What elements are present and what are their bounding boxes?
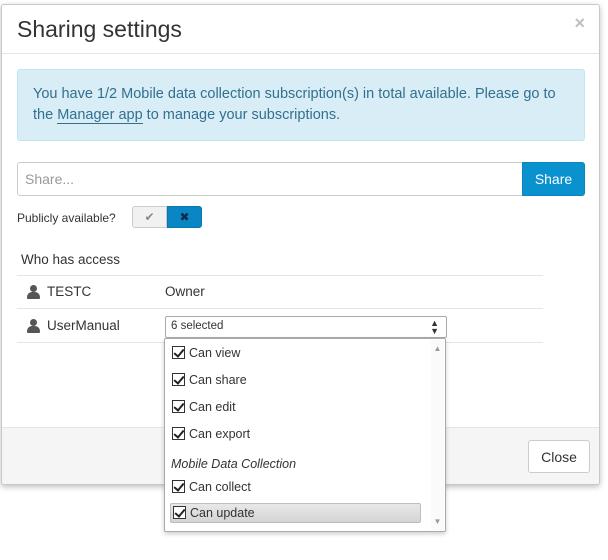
share-button[interactable]: Share [522,162,585,196]
option-can-share[interactable]: Can share [170,371,421,391]
divider [17,308,543,309]
option-label: Can edit [189,400,236,414]
manager-app-link[interactable]: Manager app [57,107,143,124]
alert-text-after: to manage your subscriptions. [142,107,341,123]
option-can-update[interactable]: Can update [170,503,421,523]
option-label: Can collect [189,480,251,494]
share-input[interactable] [17,162,523,196]
who-has-access-heading: Who has access [21,252,121,267]
checkbox-checked-icon [172,346,185,359]
dialog-header: Sharing settings × [2,5,599,54]
option-can-view[interactable]: Can view [170,344,421,364]
user-name: UserManual [47,318,120,333]
close-button[interactable]: Close [528,440,590,473]
public-label: Publicly available? [17,211,116,225]
user-icon [27,319,40,333]
user-name: TESTC [47,284,92,299]
check-icon[interactable]: ✔ [132,206,167,228]
option-label: Can update [190,506,255,520]
option-label: Can share [189,373,247,387]
checkbox-checked-icon [172,480,185,493]
permissions-select[interactable]: 6 selected ▲ ▼ [165,316,447,338]
dropdown-scrollbar[interactable]: ▲ ▼ [431,340,444,530]
cross-icon[interactable]: ✖ [167,206,202,228]
checkbox-checked-icon [172,400,185,413]
user-role: Owner [165,284,205,299]
option-can-collect[interactable]: Can collect [170,478,421,498]
option-can-edit[interactable]: Can edit [170,398,421,418]
scroll-up-icon[interactable]: ▲ [431,342,444,355]
subscription-alert: You have 1/2 Mobile data collection subs… [17,69,585,141]
dialog-title: Sharing settings [17,16,182,42]
option-label: Can view [189,346,241,360]
permissions-dropdown: Can view Can share Can edit Can export M… [164,338,446,532]
option-group-label: Mobile Data Collection [171,457,297,471]
checkbox-checked-icon [172,373,185,386]
user-row-testc: TESTC Owner [17,276,543,309]
option-can-export[interactable]: Can export [170,425,421,445]
permissions-select-value: 6 selected [171,320,224,332]
checkbox-checked-icon [173,506,186,519]
checkbox-checked-icon [172,427,185,440]
close-icon[interactable]: × [574,13,585,34]
scroll-down-icon[interactable]: ▼ [431,515,444,528]
option-label: Can export [189,427,251,441]
updown-caret-icon: ▲ ▼ [430,318,439,336]
public-toggle: ✔ ✖ [132,206,202,228]
user-icon [27,285,40,299]
